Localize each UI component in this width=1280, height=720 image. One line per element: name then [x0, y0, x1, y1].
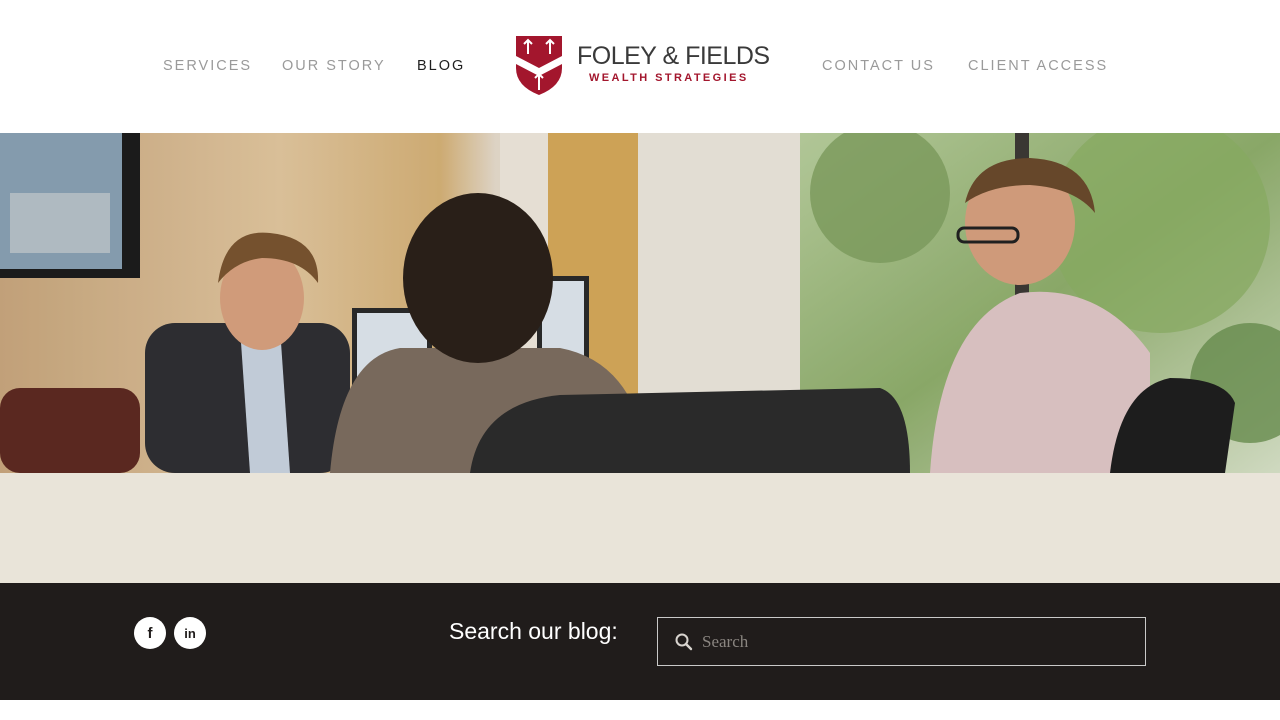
nav-client-access[interactable]: CLIENT ACCESS	[968, 58, 1108, 74]
shield-arrows-icon	[516, 36, 562, 95]
search-input[interactable]	[702, 618, 1132, 665]
linkedin-icon[interactable]: in	[174, 617, 206, 649]
search-icon	[675, 633, 693, 651]
logo-tagline: WEALTH STRATEGIES	[589, 72, 749, 84]
office-meeting-photo	[0, 133, 1280, 473]
site-footer: f in Search our blog:	[0, 583, 1280, 700]
hero-image	[0, 133, 1280, 473]
search-label: Search our blog:	[449, 618, 618, 644]
nav-contact-us[interactable]: CONTACT US	[822, 58, 935, 74]
nav-blog[interactable]: BLOG	[417, 58, 465, 74]
site-header: SERVICES OUR STORY BLOG FOLEY & FIELDS W…	[0, 0, 1280, 133]
content-band	[0, 473, 1280, 583]
logo[interactable]: FOLEY & FIELDS WEALTH STRATEGIES	[514, 34, 770, 98]
facebook-icon[interactable]: f	[134, 617, 166, 649]
logo-name: FOLEY & FIELDS	[577, 42, 770, 70]
search-box[interactable]	[657, 617, 1146, 666]
bottom-strip	[0, 700, 1280, 720]
nav-our-story[interactable]: OUR STORY	[282, 58, 386, 74]
nav-services[interactable]: SERVICES	[163, 58, 252, 74]
